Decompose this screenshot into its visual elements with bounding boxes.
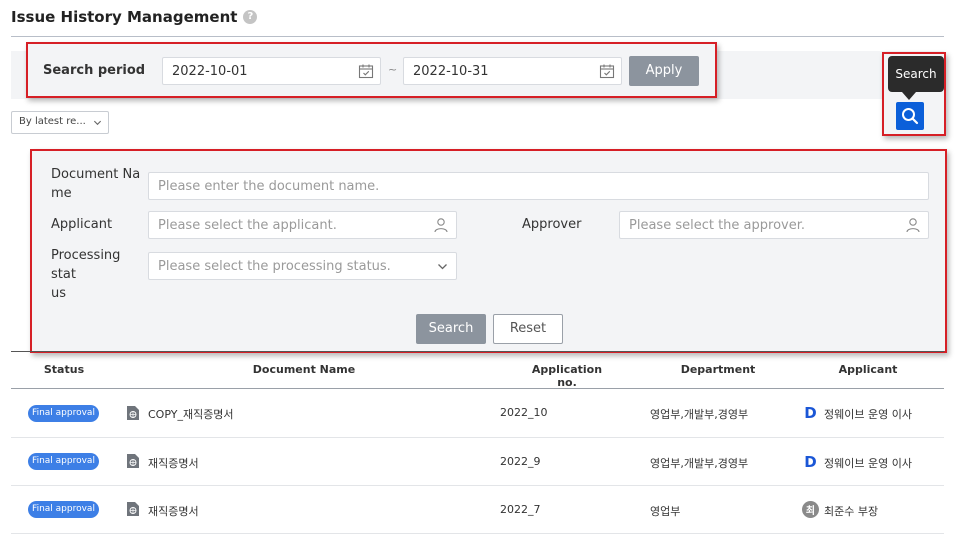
column-header-status[interactable]: Status [40,363,88,376]
row-divider [11,485,944,486]
table-header-border [11,388,944,389]
apply-button[interactable]: Apply [629,56,699,86]
department-cell: 영업부,개발부,경영부 [650,457,749,470]
status-badge: Final approval [28,453,99,470]
search-period-label: Search period [43,63,146,78]
column-header-applicant[interactable]: Applicant [834,363,902,376]
department-cell: 영업부 [650,505,681,518]
applicant-placeholder: Please select the applicant. [158,218,337,233]
processing-status-placeholder: Please select the processing status. [158,259,391,274]
document-name-placeholder: Please enter the document name. [158,179,380,194]
document-name-label: Document Na me [51,167,141,201]
search-toggle-button[interactable] [896,102,924,130]
applicant-cell: 최준수 부장 [824,505,879,518]
row-divider [11,437,944,438]
approver-label: Approver [522,217,582,232]
applicant-cell: 정웨이브 운영 이사 [824,457,912,470]
approver-placeholder: Please select the approver. [629,218,806,233]
application-no-cell: 2022_10 [500,406,548,419]
row-divider [11,533,944,534]
reset-button[interactable]: Reset [493,314,563,344]
chevron-down-icon [438,264,447,270]
document-icon [127,454,139,468]
help-icon[interactable]: ? [243,10,258,24]
chevron-down-icon [93,120,102,126]
tooltip-arrow [902,92,916,100]
title-divider [11,36,944,37]
calendar-icon[interactable] [599,63,615,79]
application-no-cell: 2022_7 [500,503,541,516]
start-date-input[interactable]: 2022-10-01 [162,57,381,85]
search-tooltip: Search [888,56,944,92]
page-title-text: Issue History Management [11,8,238,26]
column-header-document-name[interactable]: Document Name [244,363,364,376]
date-range-separator: ~ [388,63,398,76]
calendar-icon[interactable] [358,63,374,79]
end-date-input[interactable]: 2022-10-31 [403,57,622,85]
processing-status-select[interactable]: Please select the processing status. [148,252,457,280]
approver-input[interactable]: Please select the approver. [619,211,929,239]
applicant-avatar: D [802,453,819,471]
person-icon[interactable] [905,217,921,233]
status-badge: Final approval [28,405,99,422]
department-cell: 영업부,개발부,경영부 [650,408,749,421]
applicant-cell: 정웨이브 운영 이사 [824,408,912,421]
end-date-value: 2022-10-31 [413,64,489,79]
status-badge: Final approval [28,501,99,518]
table-top-border [11,351,944,352]
applicant-avatar: 최 [802,501,819,518]
document-name-input[interactable]: Please enter the document name. [148,172,929,200]
applicant-avatar: D [802,404,819,422]
document-name-link[interactable]: 재직증명서 [148,503,199,519]
document-icon [127,502,139,516]
column-header-application-no[interactable]: Application no. [522,363,612,389]
document-name-link[interactable]: COPY_재직증명서 [148,406,234,422]
page-title: Issue History Management ? [11,8,258,26]
application-no-cell: 2022_9 [500,455,541,468]
search-icon [902,108,919,125]
document-icon [127,406,139,420]
start-date-value: 2022-10-01 [172,64,248,79]
sort-order-value: By latest re... [19,116,86,127]
applicant-label: Applicant [51,217,113,232]
sort-order-select[interactable]: By latest re... [11,111,109,134]
search-button[interactable]: Search [416,314,486,344]
applicant-input[interactable]: Please select the applicant. [148,211,457,239]
processing-status-label: Processing stat us [51,248,121,301]
document-name-link[interactable]: 재직증명서 [148,455,199,471]
person-icon[interactable] [433,217,449,233]
column-header-department[interactable]: Department [680,363,756,376]
